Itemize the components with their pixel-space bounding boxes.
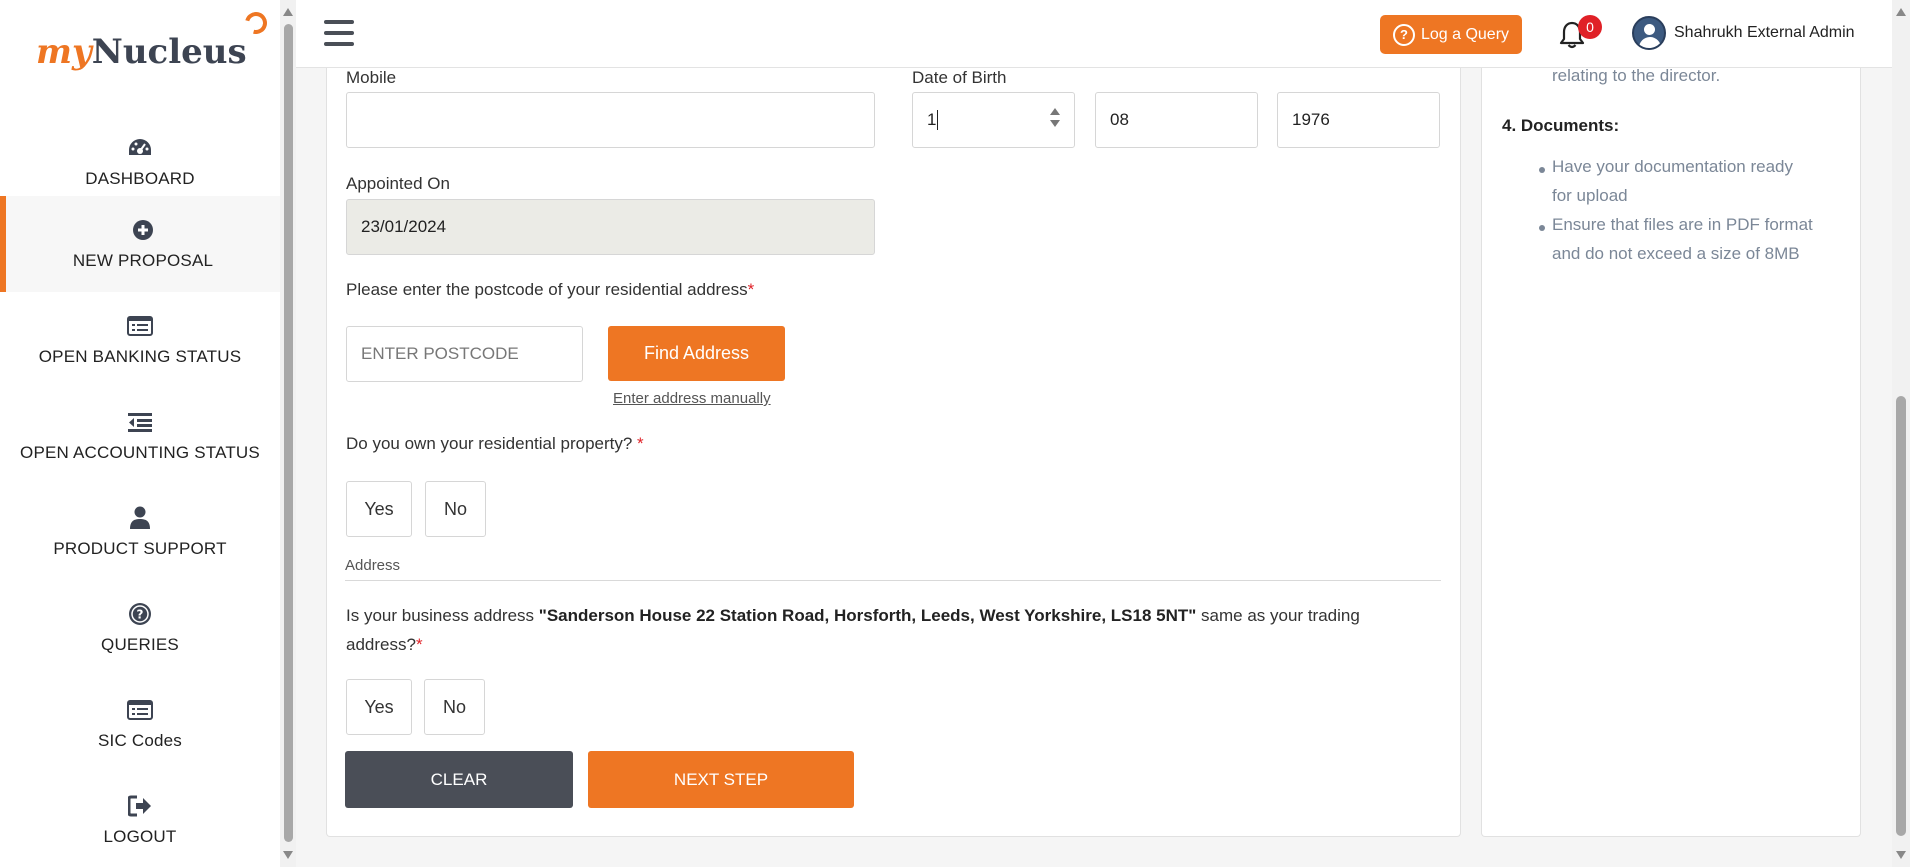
user-menu[interactable]: Shahrukh External Admin [1632,16,1855,50]
logout-icon [127,793,153,819]
find-address-button[interactable]: Find Address [608,326,785,381]
list-icon [127,313,153,339]
log-query-button[interactable]: ? Log a Query [1380,15,1522,54]
dob-day-input[interactable]: 1 [912,92,1075,148]
own-property-question: Do you own your residential property? * [346,434,644,453]
top-header: ? Log a Query 0 Shahrukh External Admin [296,0,1892,68]
postcode-prompt: Please enter the postcode of your reside… [346,280,755,299]
list-icon [127,697,153,723]
sidebar-item-label: QUERIES [101,635,179,654]
sidebar-item-label: NEW PROPOSAL [72,251,214,270]
guidance-panel: relating to the director. 4. Documents: … [1481,66,1861,837]
sidebar-item-open-banking-status[interactable]: OPEN BANKING STATUS [0,292,280,388]
dashboard-icon [127,135,153,161]
mynucleus-logo[interactable]: my Nucleus [36,7,271,72]
log-query-label: Log a Query [1420,25,1510,43]
enter-address-manually-link[interactable]: Enter address manually [613,390,771,407]
logo-nucleus: Nucleus [91,32,247,72]
sidebar-item-label: LOGOUT [103,827,177,846]
notification-badge: 0 [1578,15,1602,39]
sidebar-scrollbar[interactable] [280,0,296,867]
address-divider [345,580,1441,581]
business-address-yes-button[interactable]: Yes [346,679,412,735]
dob-month-input[interactable]: 08 [1095,92,1258,148]
scroll-up-arrow-icon[interactable] [1896,8,1906,16]
mobile-input[interactable] [346,92,875,148]
guide-bullet-2: Ensure that files are in PDF format and d… [1552,215,1813,263]
address-section-label: Address [345,557,401,574]
sidebar-item-label: PRODUCT SUPPORT [53,539,227,558]
user-name: Shahrukh External Admin [1674,24,1855,41]
number-spinner-icon[interactable] [1050,108,1060,134]
hamburger-menu-icon[interactable] [324,20,354,46]
dob-label: Date of Birth [912,68,1007,87]
clear-button[interactable]: CLEAR [345,751,573,808]
proposal-form-card: Mobile Date of Birth 1 08 1976 Appointed… [326,68,1461,837]
question-circle-icon: ? [127,601,153,627]
sidebar-item-logout[interactable]: LOGOUT [0,772,280,867]
appointed-on-field: 23/01/2024 [346,199,875,255]
business-address-question: Is your business address "Sanderson Hous… [346,606,1360,654]
indent-icon [127,409,153,435]
sidebar-item-label: SIC Codes [97,731,182,750]
appointed-on-label: Appointed On [346,174,450,193]
postcode-input[interactable]: ENTER POSTCODE [346,326,583,382]
sidebar-item-sic-codes[interactable]: SIC Codes [0,676,280,772]
svg-text:?: ? [137,608,144,622]
user-icon [127,505,153,531]
mobile-label: Mobile [346,68,397,87]
own-property-no-button[interactable]: No [425,481,486,537]
guide-bullet-1: Have your documentation ready for upload [1552,157,1793,205]
sidebar-item-new-proposal[interactable]: NEW PROPOSAL [0,196,280,292]
bullet-icon [1539,225,1545,231]
guide-top-text: relating to the director. [1552,66,1721,85]
question-icon: ? [1392,23,1415,46]
business-address-no-button[interactable]: No [424,679,485,735]
sidebar-item-product-support[interactable]: PRODUCT SUPPORT [0,484,280,580]
sidebar-item-label: OPEN ACCOUNTING STATUS [20,443,260,462]
scroll-down-arrow-icon[interactable] [283,851,293,859]
sidebar-item-queries[interactable]: ? QUERIES [0,580,280,676]
sidebar-item-label: DASHBOARD [85,169,195,188]
sidebar-item-label: OPEN BANKING STATUS [38,347,242,366]
scroll-up-arrow-icon[interactable] [283,8,293,16]
bullet-icon [1539,167,1545,173]
sidebar: my Nucleus DASHBOARD NEW PROPOSAL OPEN BA… [0,0,280,867]
documents-heading: 4. Documents: [1502,116,1620,135]
logo-my: my [36,32,92,72]
dob-day-value: 1 [927,110,937,129]
scrollbar-thumb[interactable] [1896,396,1906,836]
scroll-down-arrow-icon[interactable] [1896,851,1906,859]
own-property-yes-button[interactable]: Yes [346,481,412,537]
scrollbar-thumb[interactable] [284,24,293,842]
page-scrollbar[interactable] [1892,0,1910,867]
next-step-button[interactable]: NEXT STEP [588,751,854,808]
sidebar-item-open-accounting-status[interactable]: OPEN ACCOUNTING STATUS [0,388,280,484]
plus-circle-icon [130,217,156,243]
avatar [1632,16,1666,50]
dob-year-input[interactable]: 1976 [1277,92,1440,148]
